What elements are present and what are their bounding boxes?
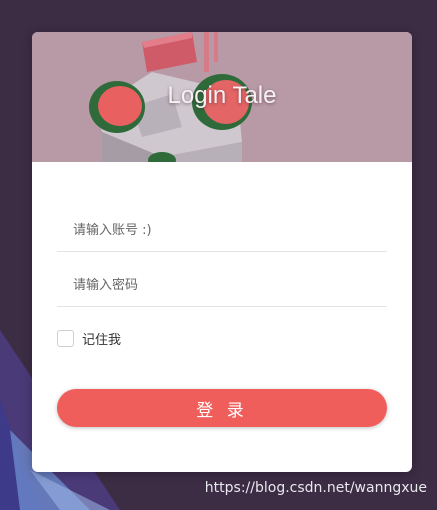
password-input[interactable] [57, 265, 387, 307]
banner: Login Tale [32, 32, 412, 162]
watermark: https://blog.csdn.net/wanngxue [204, 480, 427, 496]
remember-label: 记住我 [82, 332, 122, 348]
remember-checkbox[interactable] [57, 329, 74, 347]
banner-title: Login Tale [167, 82, 277, 109]
account-input[interactable] [57, 210, 387, 252]
login-button[interactable]: 登 录 [57, 389, 387, 427]
remember-me[interactable]: 记住我 [57, 329, 122, 348]
login-card: Login Tale 记住我 登 录 [32, 32, 412, 472]
